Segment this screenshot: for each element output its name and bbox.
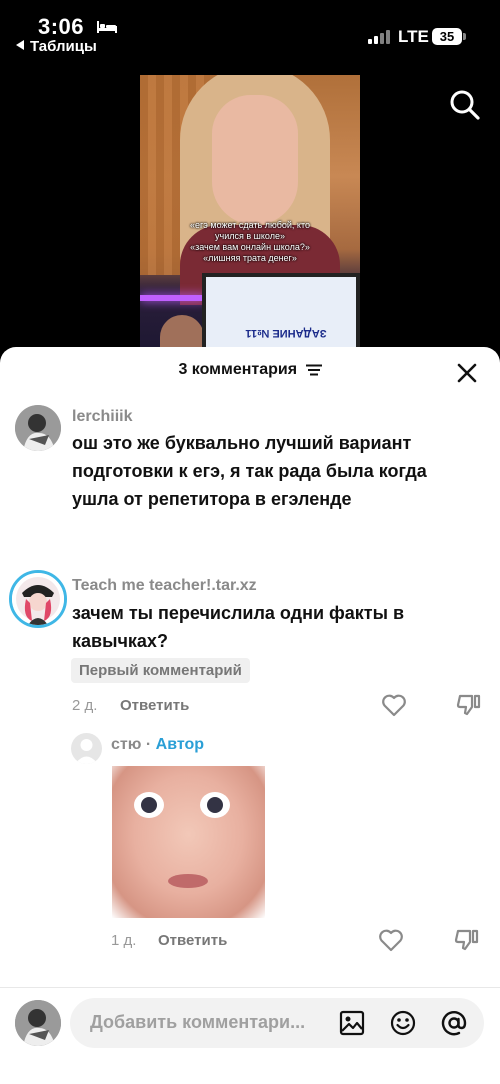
- video-caption-line: «зачем вам онлайн школа?»: [190, 242, 310, 252]
- heart-icon[interactable]: [378, 928, 404, 952]
- comment-line: подготовки к егэ, я так рада была когда: [72, 461, 427, 481]
- comment-line: кавычках?: [72, 631, 168, 651]
- avatar[interactable]: [71, 733, 102, 764]
- mention-icon[interactable]: [440, 1009, 468, 1037]
- first-comment-badge: Первый комментарий: [71, 658, 250, 683]
- video-face: [212, 95, 298, 225]
- back-app-label: Таблицы: [30, 38, 97, 55]
- heart-icon[interactable]: [381, 693, 407, 717]
- reply-age: 1 д.: [111, 932, 137, 949]
- comment-input-wrapper[interactable]: Добавить комментари...: [70, 998, 484, 1048]
- status-time: 3:06: [38, 14, 85, 39]
- comments-count: 3 комментария: [178, 361, 298, 378]
- default-avatar-icon: [75, 739, 98, 764]
- dislike-icon[interactable]: [454, 928, 480, 952]
- reply-sticker-image[interactable]: [112, 766, 265, 918]
- separator-dot: ·: [145, 736, 152, 753]
- battery-tip: [463, 33, 466, 40]
- video-caption: «егэ может сдать любой, кто учился в шко…: [140, 220, 360, 264]
- reply-username-row: стю · Автор: [111, 736, 204, 754]
- comment-line: ош это же буквально лучший вариант: [72, 433, 412, 453]
- video-caption-line: «егэ может сдать любой, кто: [190, 220, 310, 230]
- avatar-image: [15, 405, 61, 451]
- comment-age: 2 д.: [72, 697, 98, 714]
- sticker-eye: [134, 792, 164, 818]
- battery-indicator: 35: [432, 28, 462, 45]
- reply-button[interactable]: Ответить: [158, 932, 227, 949]
- filter-icon[interactable]: [305, 364, 322, 376]
- avatar-image: [12, 573, 64, 625]
- close-icon[interactable]: [456, 362, 478, 384]
- comment-username[interactable]: lerchiiik: [72, 408, 132, 426]
- comment-line: ушла от репетитора в егэленде: [72, 489, 352, 509]
- avatar-image: [15, 1000, 61, 1046]
- comments-header: 3 комментария: [0, 361, 500, 389]
- network-type: LTE: [398, 27, 429, 46]
- comment-text: ош это же буквально лучший вариант подго…: [72, 429, 427, 513]
- reply-username[interactable]: стю: [111, 736, 141, 753]
- sticker-eye: [200, 792, 230, 818]
- bed-icon: [97, 21, 117, 33]
- sticker-mouth: [168, 874, 208, 888]
- video-neon-light: [140, 295, 206, 301]
- video-player[interactable]: ЗАДАНИЕ №11 «егэ может сдать любой, кто …: [140, 75, 360, 365]
- signal-icon: [368, 30, 392, 44]
- back-to-app-link[interactable]: Таблицы: [16, 38, 97, 55]
- my-avatar[interactable]: [15, 1000, 61, 1046]
- dislike-icon[interactable]: [456, 693, 482, 717]
- comment-text: зачем ты перечислила одни факты в кавычк…: [72, 599, 404, 655]
- comment-compose-bar: Добавить комментари...: [0, 987, 500, 1084]
- search-icon[interactable]: [449, 89, 481, 121]
- avatar[interactable]: [15, 405, 61, 451]
- reply-button[interactable]: Ответить: [120, 697, 189, 714]
- status-bar: 3:06 Таблицы LTE 35: [0, 0, 500, 62]
- monitor-text: ЗАДАНИЕ №11: [245, 327, 327, 339]
- video-caption-line: «лишняя трата денег»: [203, 253, 297, 263]
- comment-line: зачем ты перечислила одни факты в: [72, 603, 405, 623]
- author-badge: Автор: [155, 736, 204, 753]
- image-icon[interactable]: [338, 1009, 366, 1037]
- comments-sheet: 3 комментария lerchiiik ош это же буквал…: [0, 347, 500, 1084]
- avatar[interactable]: [9, 570, 67, 628]
- emoji-icon[interactable]: [389, 1009, 417, 1037]
- comment-username[interactable]: Teach me teacher!.tar.xz: [72, 577, 257, 595]
- comment-input[interactable]: Добавить комментари...: [90, 1012, 305, 1033]
- video-caption-line: учился в школе»: [215, 231, 285, 241]
